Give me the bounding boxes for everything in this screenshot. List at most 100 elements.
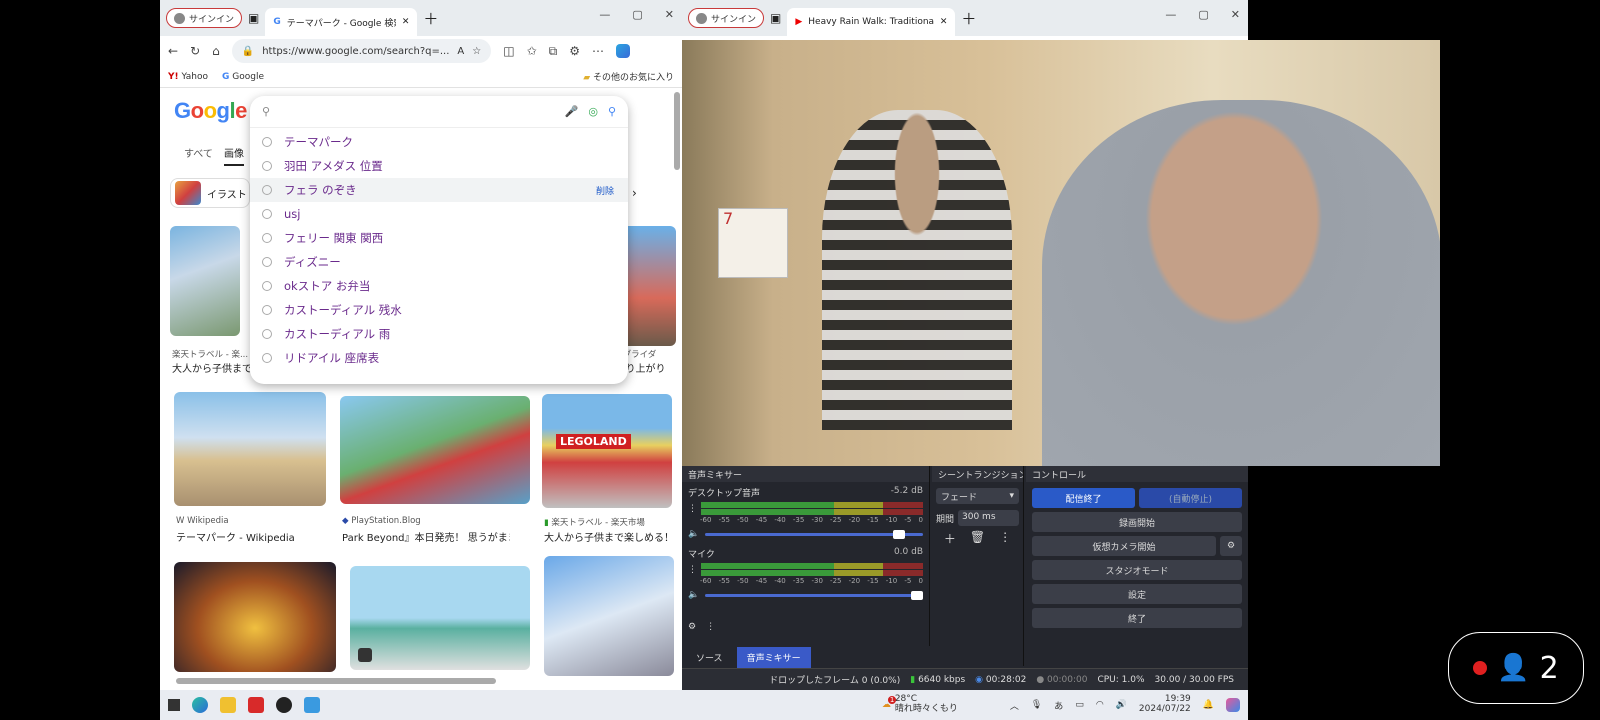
suggestion-item[interactable]: テーマパーク [250,130,628,154]
suggestion-item[interactable]: usj [250,202,628,226]
ime-indicator[interactable]: あ [1054,699,1063,712]
auto-stop-button[interactable]: (自動停止) [1139,488,1242,508]
result-3-title[interactable]: テーマパーク - Wikipedia [176,529,295,544]
tray-chevron-icon[interactable]: ︿ [1010,699,1019,712]
suggestion-item[interactable]: 羽田 アメダス 位置 [250,154,628,178]
minimize-icon[interactable]: — [1165,8,1176,21]
image-result-7[interactable] [350,566,530,670]
duration-input[interactable]: 300 ms [958,510,1019,526]
refresh-icon[interactable]: ↻ [190,44,200,58]
search-submit-icon[interactable]: ⚲ [608,105,616,118]
image-result-5[interactable]: LEGOLAND [542,394,672,508]
maximize-icon[interactable]: ▢ [1198,8,1208,21]
notification-bell-icon[interactable]: 🔔 [1203,700,1214,710]
tab-google-search[interactable]: G テーマパーク - Google 検索 ✕ [265,8,418,36]
image-result-4[interactable] [340,396,530,504]
image-result-6[interactable] [174,562,336,672]
filter-chip-illust[interactable]: イラスト [170,178,250,208]
favorites-icon[interactable]: ✩ [527,44,537,58]
wifi-icon[interactable]: ◠ [1096,700,1104,710]
chip-next-icon[interactable]: › [632,186,637,200]
new-tab-icon[interactable]: ＋ [423,8,438,29]
read-aloud-icon[interactable]: A [457,46,464,57]
url-field[interactable]: 🔒 https://www.google.com/search?q=... A ☆ [231,39,492,63]
app-blue-icon[interactable] [304,697,320,713]
mic-menu-icon[interactable]: ⋮ [688,565,697,575]
suggestion-item[interactable]: カストーディアル 雨 [250,322,628,346]
image-result-1[interactable] [170,226,240,336]
suggestion-item[interactable]: okストア お弁当 [250,274,628,298]
horizontal-scrollbar[interactable] [176,678,496,684]
tab-actions-icon[interactable]: ▣ [770,11,781,25]
tab-actions-icon[interactable]: ▣ [248,11,259,25]
other-favorites[interactable]: ▰ その他のお気に入り [583,70,674,83]
fav-yahoo[interactable]: Y! Yahoo [168,72,208,82]
google-logo[interactable]: Google [174,98,247,124]
desktop-audio-speaker-icon[interactable]: 🔈 [688,529,699,539]
close-window-icon[interactable]: ✕ [665,8,674,21]
app-red-icon[interactable] [248,697,264,713]
clock[interactable]: 19:39 2024/07/22 [1139,694,1191,715]
favorite-star-icon[interactable]: ☆ [472,46,481,57]
add-transition-icon[interactable]: ＋ [944,530,956,547]
signin-button[interactable]: サインイン [688,8,765,28]
transition-select[interactable]: フェード ▾ [936,488,1019,504]
tab-sources[interactable]: ソース [686,647,733,668]
result-1-title[interactable]: 大人から子供まで... [172,360,262,375]
exit-button[interactable]: 終了 [1032,608,1242,628]
studio-mode-button[interactable]: スタジオモード [1032,560,1242,580]
obs-icon[interactable] [276,697,292,713]
suggestion-item[interactable]: フェラ のぞき 削除 [250,178,628,202]
suggestion-item[interactable]: カストーディアル 残水 [250,298,628,322]
signin-button[interactable]: サインイン [166,8,243,28]
new-tab-icon[interactable]: ＋ [961,8,976,29]
mic-tray-icon[interactable]: 🎙 [1031,700,1042,710]
split-screen-icon[interactable]: ◫ [503,44,514,58]
volume-icon[interactable]: 🔊 [1116,700,1127,710]
stop-streaming-button[interactable]: 配信終了 [1032,488,1135,508]
close-tab-icon[interactable]: ✕ [940,17,948,27]
collections-icon[interactable]: ⧉ [549,44,558,59]
minimize-icon[interactable]: — [599,8,610,21]
suggestion-item[interactable]: ディズニー [250,250,628,274]
start-virtual-camera-button[interactable]: 仮想カメラ開始 [1032,536,1216,556]
file-explorer-icon[interactable] [220,697,236,713]
start-icon[interactable] [168,699,180,711]
suggestion-item[interactable]: フェリー 関東 関西 [250,226,628,250]
home-icon[interactable]: ⌂ [212,44,220,58]
settings-button[interactable]: 設定 [1032,584,1242,604]
copilot-icon[interactable] [615,44,630,58]
lens-search-icon[interactable]: ◎ [588,105,598,118]
mic-speaker-icon[interactable]: 🔈 [688,590,699,600]
edge-icon[interactable] [192,697,208,713]
delete-transition-icon[interactable]: 🗑 [970,530,985,547]
search-tab-images[interactable]: 画像 [224,145,244,166]
fav-google[interactable]: G Google [222,72,264,82]
image-result-2[interactable] [620,226,676,346]
mic-volume-slider[interactable] [705,590,923,600]
mixer-settings-icon[interactable]: ⚙ [688,622,696,632]
copilot-taskbar-icon[interactable] [1226,698,1240,712]
image-result-3[interactable] [174,392,326,506]
virtual-camera-settings-button[interactable]: ⚙ [1220,536,1242,556]
desktop-volume-slider[interactable] [705,529,923,539]
page-scrollbar[interactable] [674,92,680,170]
back-icon[interactable]: ← [168,44,178,58]
network-icon[interactable]: ▭ [1075,700,1084,710]
suggestion-delete-link[interactable]: 削除 [596,184,614,197]
tab-youtube-video[interactable]: ▶ Heavy Rain Walk: Traditional Japa... ✕ [787,8,956,36]
transition-menu-icon[interactable]: ⋮ [999,530,1011,547]
more-menu-icon[interactable]: ⋯ [592,44,604,58]
tab-audio-mixer[interactable]: 音声ミキサー [736,646,811,668]
image-result-8[interactable] [544,556,674,676]
voice-search-icon[interactable]: 🎤 [565,105,579,118]
desktop-audio-menu-icon[interactable]: ⋮ [688,504,697,514]
mixer-menu-icon[interactable]: ⋮ [706,622,715,632]
search-tab-all[interactable]: すべて [184,145,213,160]
maximize-icon[interactable]: ▢ [632,8,642,21]
result-4-title[interactable]: Park Beyond』本日発売！ 思うがままに... [342,529,510,544]
close-tab-icon[interactable]: ✕ [402,17,410,27]
close-window-icon[interactable]: ✕ [1231,8,1240,21]
extensions-icon[interactable]: ⚙ [569,44,580,58]
weather-widget[interactable]: ☁ 1 28°C 晴れ時々くもり [882,694,958,715]
